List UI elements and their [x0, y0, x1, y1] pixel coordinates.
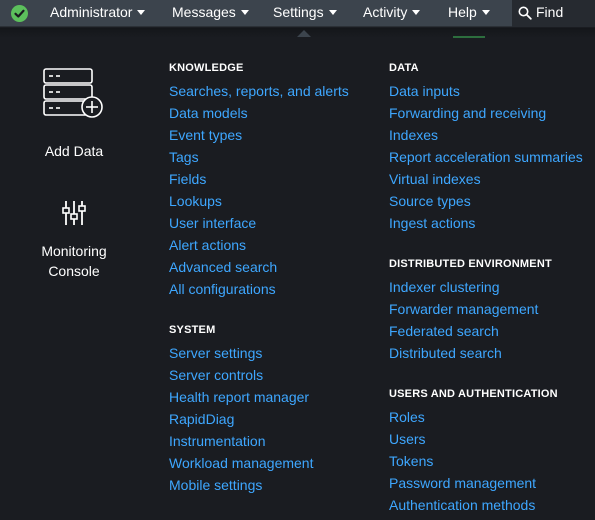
link-indexes[interactable]: Indexes — [389, 126, 438, 144]
distributed-environment-heading: DISTRIBUTED ENVIRONMENT — [389, 258, 552, 270]
link-ingest-actions[interactable]: Ingest actions — [389, 214, 475, 232]
link-password-management[interactable]: Password management — [389, 474, 536, 492]
settings-menu-pointer — [297, 30, 311, 37]
chevron-down-icon — [328, 9, 337, 15]
link-tags[interactable]: Tags — [169, 148, 199, 166]
link-server-controls[interactable]: Server controls — [169, 366, 263, 384]
add-data-icon[interactable] — [43, 68, 105, 120]
link-advanced-search[interactable]: Advanced search — [169, 258, 277, 276]
link-health-report-manager[interactable]: Health report manager — [169, 388, 309, 406]
link-tokens[interactable]: Tokens — [389, 452, 433, 470]
link-instrumentation[interactable]: Instrumentation — [169, 432, 266, 450]
link-forwarder-management[interactable]: Forwarder management — [389, 300, 538, 318]
users-authentication-heading: USERS AND AUTHENTICATION — [389, 388, 558, 400]
link-searches-reports-alerts[interactable]: Searches, reports, and alerts — [169, 82, 349, 100]
nav-administrator-label: Administrator — [50, 4, 133, 20]
link-all-configurations[interactable]: All configurations — [169, 280, 276, 298]
link-event-types[interactable]: Event types — [169, 126, 242, 144]
link-report-acceleration-summaries[interactable]: Report acceleration summaries — [389, 148, 583, 166]
link-virtual-indexes[interactable]: Virtual indexes — [389, 170, 481, 188]
data-heading: DATA — [389, 62, 419, 74]
nav-settings[interactable]: Settings — [273, 0, 337, 27]
add-data-label[interactable]: Add Data — [20, 141, 128, 161]
nav-help-label: Help — [448, 4, 477, 20]
link-mobile-settings[interactable]: Mobile settings — [169, 476, 262, 494]
chevron-down-icon — [412, 9, 421, 15]
link-roles[interactable]: Roles — [389, 408, 425, 426]
monitoring-console-label-2[interactable]: Console — [20, 261, 128, 281]
link-data-inputs[interactable]: Data inputs — [389, 82, 460, 100]
link-user-interface[interactable]: User interface — [169, 214, 256, 232]
system-heading: SYSTEM — [169, 324, 216, 336]
link-data-models[interactable]: Data models — [169, 104, 248, 122]
chevron-down-icon — [240, 9, 249, 15]
link-distributed-search[interactable]: Distributed search — [389, 344, 502, 362]
nav-activity[interactable]: Activity — [363, 0, 421, 27]
link-lookups[interactable]: Lookups — [169, 192, 222, 210]
link-federated-search[interactable]: Federated search — [389, 322, 499, 340]
sliders-icon[interactable] — [62, 200, 86, 226]
monitoring-console-label-1[interactable]: Monitoring — [20, 241, 128, 261]
link-alert-actions[interactable]: Alert actions — [169, 236, 246, 254]
nav-messages[interactable]: Messages — [172, 0, 249, 27]
nav-activity-label: Activity — [363, 4, 408, 20]
find-placeholder: Find — [536, 4, 564, 20]
nav-administrator[interactable]: Administrator — [50, 0, 146, 27]
link-authentication-methods[interactable]: Authentication methods — [389, 496, 535, 514]
link-rapiddiag[interactable]: RapidDiag — [169, 410, 234, 428]
nav-help[interactable]: Help — [448, 0, 490, 27]
link-source-types[interactable]: Source types — [389, 192, 471, 210]
chevron-down-icon — [137, 9, 146, 15]
nav-messages-label: Messages — [172, 4, 236, 20]
chevron-down-icon — [481, 9, 490, 15]
link-indexer-clustering[interactable]: Indexer clustering — [389, 278, 500, 296]
link-server-settings[interactable]: Server settings — [169, 344, 262, 362]
link-workload-management[interactable]: Workload management — [169, 454, 313, 472]
knowledge-heading: KNOWLEDGE — [169, 62, 244, 74]
accent-bar — [453, 36, 485, 38]
link-fields[interactable]: Fields — [169, 170, 206, 188]
link-users[interactable]: Users — [389, 430, 426, 448]
nav-settings-label: Settings — [273, 4, 324, 20]
search-icon — [518, 6, 532, 20]
link-forwarding-receiving[interactable]: Forwarding and receiving — [389, 104, 546, 122]
status-ok-icon[interactable] — [11, 5, 28, 22]
